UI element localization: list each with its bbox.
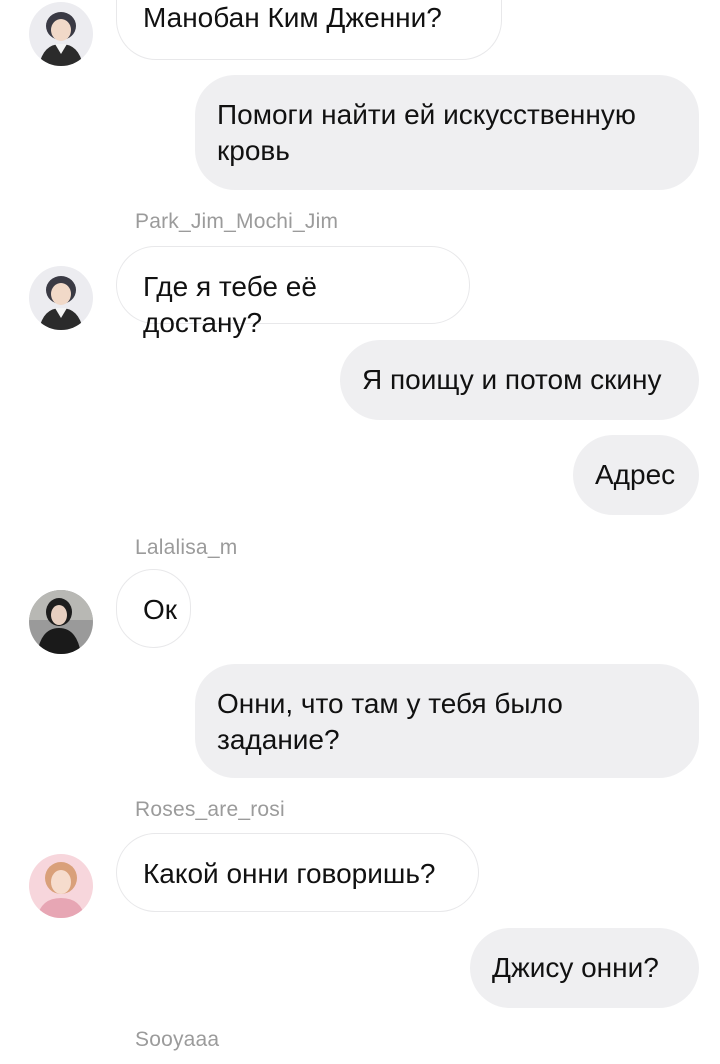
avatar-jimin-icon	[29, 2, 93, 66]
avatar-jimin-icon	[29, 266, 93, 330]
message-outgoing[interactable]: Джису онни?	[470, 928, 699, 1008]
avatar-jimin[interactable]	[29, 2, 93, 66]
avatar-rose[interactable]	[29, 854, 93, 918]
sender-name: Sooyaaa	[135, 1028, 220, 1051]
avatar-lisa-icon	[29, 590, 93, 654]
message-outgoing[interactable]: Помоги найти ей искусственную кровь	[195, 75, 699, 190]
message-text: Онни, что там у тебя было задание?	[217, 688, 563, 755]
sender-name: Park_Jim_Mochi_Jim	[135, 210, 339, 233]
chat-thread: Манобан Ким Дженни? Помоги найти ей иску…	[0, 0, 720, 1064]
message-text: Я поищу и потом скину	[362, 364, 662, 395]
message-text: Джису онни?	[492, 952, 659, 983]
message-text: Адрес	[595, 459, 676, 490]
message-incoming[interactable]: Ок	[116, 569, 191, 648]
avatar-lisa[interactable]	[29, 590, 93, 654]
message-outgoing[interactable]: Я поищу и потом скину	[340, 340, 699, 420]
avatar-jimin[interactable]	[29, 266, 93, 330]
sender-name: Roses_are_rosi	[135, 798, 285, 821]
message-incoming[interactable]: Где я тебе её достану?	[116, 246, 470, 338]
message-text: Какой онни говоришь?	[143, 858, 436, 889]
avatar-rose-icon	[29, 854, 93, 918]
message-outgoing[interactable]: Адрес	[573, 435, 699, 515]
message-incoming[interactable]: Какой онни говоришь?	[116, 833, 479, 912]
message-text: Где я тебе её достану?	[143, 271, 317, 338]
message-outgoing[interactable]: Онни, что там у тебя было задание?	[195, 664, 699, 778]
message-text: Ок	[143, 594, 178, 625]
message-text: Помоги найти ей искусственную кровь	[217, 99, 636, 166]
message-text: Манобан Ким Дженни?	[143, 2, 442, 33]
sender-name: Lalalisa_m	[135, 536, 238, 559]
message-incoming[interactable]: Манобан Ким Дженни?	[116, 0, 502, 60]
